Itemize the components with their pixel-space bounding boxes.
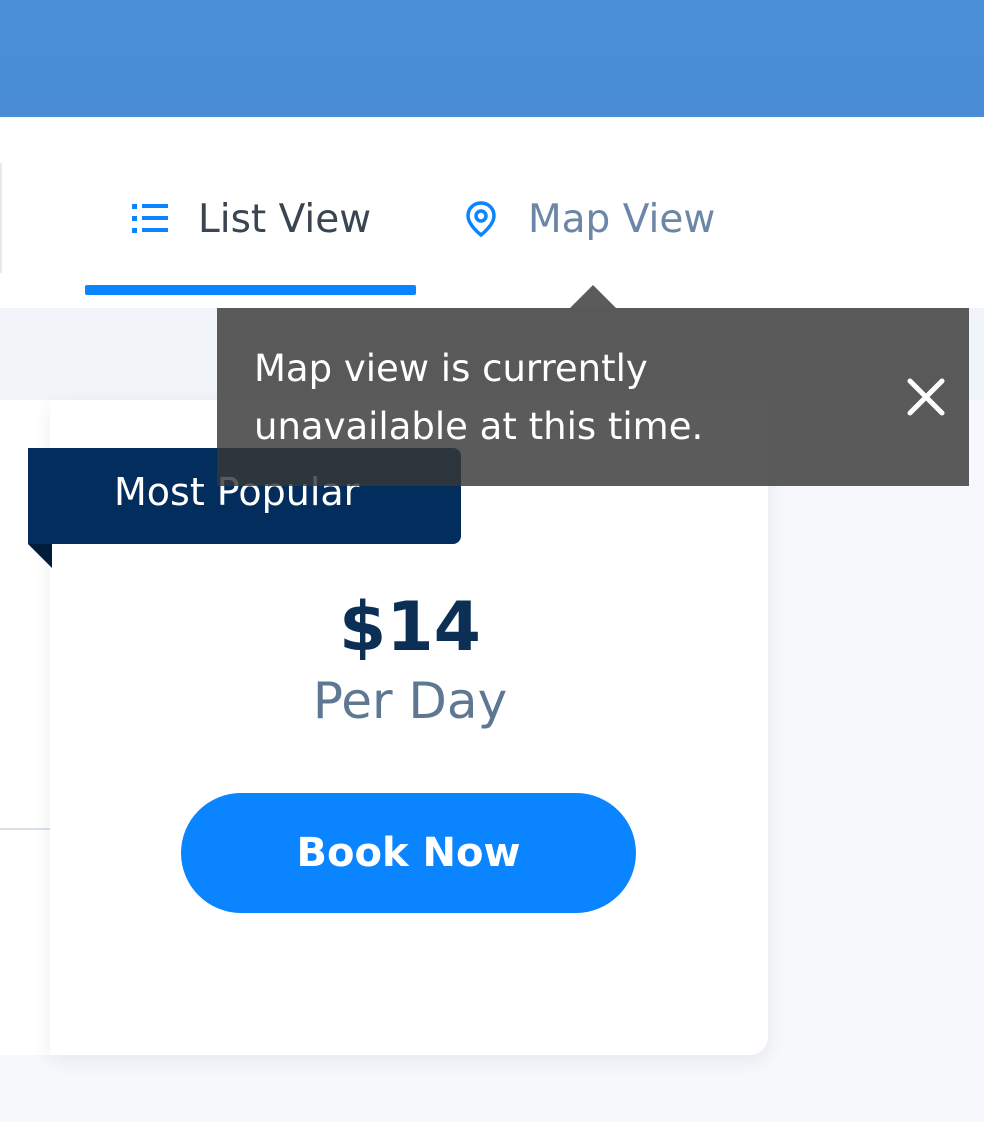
tab-map-view[interactable]: Map View xyxy=(462,184,715,254)
tabbar-divider xyxy=(0,163,2,273)
top-header xyxy=(0,0,984,117)
ribbon-fold xyxy=(28,544,52,568)
list-icon xyxy=(132,202,170,236)
panel-divider xyxy=(0,828,50,830)
tab-map-view-label: Map View xyxy=(528,196,716,242)
tab-list-view-label: List View xyxy=(198,196,372,242)
tab-list-view[interactable]: List View xyxy=(132,184,371,254)
tooltip-arrow xyxy=(570,285,616,308)
tooltip-message: Map view is currently unavailable at thi… xyxy=(254,347,704,448)
price-period: Per Day xyxy=(312,672,508,730)
map-pin-icon xyxy=(462,200,500,238)
book-now-button[interactable]: Book Now xyxy=(181,793,636,913)
active-tab-indicator xyxy=(85,285,416,295)
close-icon[interactable] xyxy=(903,374,949,420)
price-value: $14 xyxy=(339,588,481,667)
